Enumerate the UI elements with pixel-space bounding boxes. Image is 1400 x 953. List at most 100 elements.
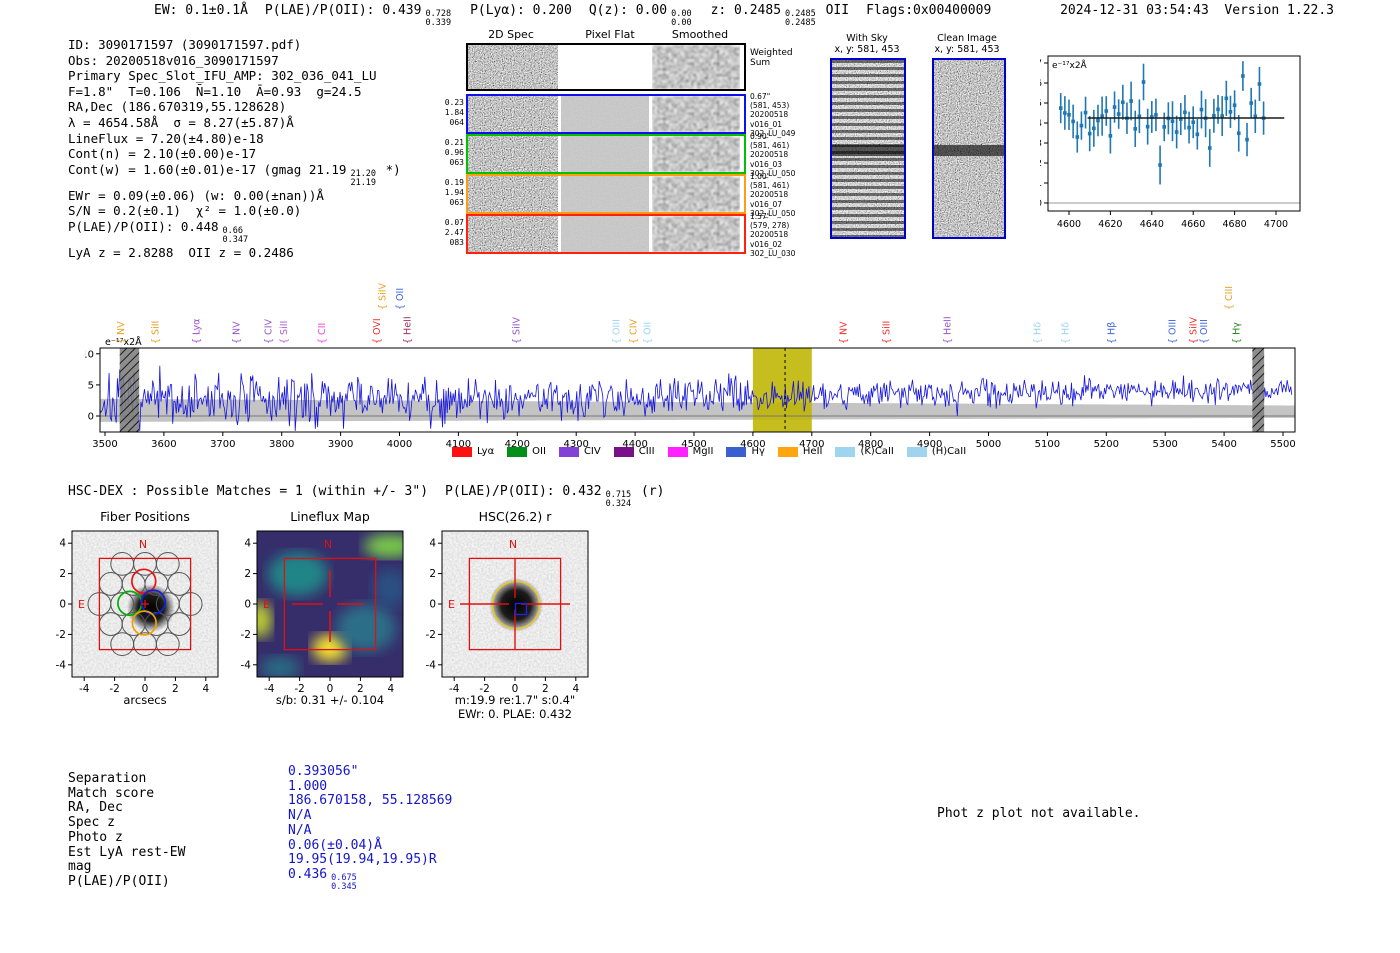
fiber-id-line: (581, 461) <box>750 141 790 151</box>
lineflux-blob <box>260 656 300 677</box>
match-value-segment: 0.436 0.675 0.345 <box>288 866 357 892</box>
spec2d-image-seg <box>652 216 740 252</box>
legend-swatch <box>452 446 472 457</box>
match-row-value: 19.95(19.94,19.95)R <box>288 852 469 868</box>
text-segment: λ = 4654.58Å σ = 8.27(±5.87)Å <box>68 114 294 130</box>
emission-line-label: { SiIV <box>512 316 523 344</box>
y-tick-label: 5 <box>88 380 94 391</box>
spec2d-image-seg <box>561 216 649 252</box>
match-row-value: N/A <box>288 823 469 839</box>
info-line: LineFlux = 7.20(±4.80)e-18 <box>68 131 418 147</box>
fiber-row-left-labels: 0.19 1.94 063 <box>442 178 464 208</box>
legend-item: MgII <box>667 446 713 457</box>
sky-darkline-overlay <box>832 144 904 156</box>
clean-image-title: Clean Image x, y: 581, 453 <box>934 33 1000 55</box>
masked-band <box>119 348 140 432</box>
cutout-caption: m:19.9 re:1.7" s:0.4" <box>455 693 575 707</box>
legend-label: Lyα <box>477 446 495 457</box>
x-tick-label: 3600 <box>151 439 176 450</box>
plot-border <box>1047 55 1301 212</box>
y-tick-label: 7 <box>1040 59 1042 69</box>
fiber-row <box>466 134 746 174</box>
y-axis-label: e⁻¹⁷x2Å <box>1052 59 1088 71</box>
info-line: EWr = 0.09(±0.06) (w: 0.00(±nan))Å <box>68 188 418 204</box>
data-point <box>1116 112 1121 116</box>
match-value-segment: 0.06(±0.04)Å <box>288 837 382 853</box>
emission-line-label: { OVI <box>372 318 383 344</box>
legend-label: HeII <box>802 446 823 457</box>
y-tick-label: 1 <box>1040 179 1042 189</box>
with-sky-panel <box>830 58 906 239</box>
spectrum-legend: Lyα OII CIV CIII MgII Hγ HeII (K)CaII (H)CaII <box>452 446 966 457</box>
legend-label: (H)CaII <box>931 446 967 457</box>
match-table-labels: Separation Match score RA, Dec Spec z Photo … <box>68 771 185 890</box>
y-tick-label: 6 <box>1040 79 1042 89</box>
fiber-metric: 0.21 <box>444 138 464 147</box>
x-tick-label: 3800 <box>269 439 294 450</box>
text-segment: Cont(n) = 2.10(±0.00)e-17 <box>68 146 257 162</box>
fiber-id-line: 302_LU_030 <box>750 248 796 258</box>
hsc-r-cutout: -4-4-2-2002244HSC(26.2) rNEm:19.9 re:1.7… <box>426 509 589 721</box>
data-point <box>1191 120 1195 125</box>
header-stat: Q(z): 0.00 0.00 0.00 <box>588 3 692 28</box>
legend-item: (H)CaII <box>906 446 967 457</box>
legend-swatch <box>613 446 634 457</box>
x-tick-label: 5100 <box>1035 439 1060 450</box>
emission-line-label: { HeII <box>403 316 414 344</box>
fiber-metric: 0.19 <box>444 178 464 187</box>
y-tick-label: 0 <box>59 599 66 611</box>
data-point <box>1104 109 1109 113</box>
fiber-id-line: (581, 453) <box>750 101 790 111</box>
info-line: LyA z = 2.8288 OII z = 0.2486 <box>68 245 418 261</box>
emission-line-label: { NV <box>839 321 850 344</box>
match-value-segment: N/A <box>288 808 312 824</box>
fraction-bottom: 0.2485 <box>785 18 816 28</box>
sky-image-panels: With Sky x, y: 581, 453 Clean Image x, y: … <box>828 33 1018 248</box>
compass-north-label: N <box>509 538 517 551</box>
compass-east-label: E <box>263 598 270 611</box>
trace-band <box>652 148 740 160</box>
fiber-row-left-labels: 0.21 0.96 063 <box>442 138 464 168</box>
text-segment: S/N = 0.2(±0.1) χ² = 1.0(±0.0) <box>68 203 302 219</box>
match-row-value: 0.436 0.675 0.345 <box>288 866 469 892</box>
y-tick-label: 5 <box>1040 99 1042 109</box>
emission-line-label: { Hδ <box>1061 322 1072 344</box>
y-tick-label: 0 <box>429 599 436 611</box>
legend-item: Lyα <box>452 446 494 457</box>
legend-label: OII <box>532 446 546 457</box>
x-tick-label: -4 <box>264 683 275 695</box>
observation-info-block: ID: 3090171597 (3090171597.pdf) Obs: 2020… <box>68 37 418 261</box>
legend-label: Hγ <box>751 446 765 457</box>
legend-swatch <box>777 446 798 457</box>
data-point <box>1079 123 1084 128</box>
header-stat: EW: 0.1±0.1Å <box>154 3 248 18</box>
legend-label: CIII <box>638 446 655 457</box>
cutout-title: HSC(26.2) r <box>479 509 553 524</box>
emission-line-label: { SiII <box>151 321 162 344</box>
match-row-value: 0.393056" <box>288 764 469 780</box>
stacked-fraction: 0.715 0.324 <box>606 491 632 509</box>
cutout-caption: arcsecs <box>123 693 166 707</box>
report-summary-header: EW: 0.1±0.1Å P(LAE)/P(OII): 0.439 0.728 0.3… <box>154 3 1008 28</box>
header-stat: Flags:0x00400009 <box>866 3 992 18</box>
text-segment: LyA z = 2.8288 OII z = 0.2486 <box>68 244 294 260</box>
y-tick-label: 10 <box>85 349 94 360</box>
y-tick-label: -4 <box>56 659 67 671</box>
data-point <box>1133 127 1138 131</box>
emission-line-label: { CIV <box>628 319 639 344</box>
emission-line-label: { Hδ <box>1032 322 1043 344</box>
x-tick-label: 4660 <box>1181 219 1205 230</box>
y-tick-label: 3 <box>1040 139 1042 149</box>
emission-line-label: { SiIV <box>377 282 388 310</box>
data-point <box>1071 119 1075 124</box>
fiber-metric: 0.96 <box>444 148 464 157</box>
fiber-metric: 0.07 <box>444 218 464 227</box>
x-tick-label: 5500 <box>1270 439 1295 450</box>
data-point <box>1228 110 1233 114</box>
y-tick-label: 4 <box>244 538 251 550</box>
compass-north-label: N <box>324 538 332 551</box>
data-point <box>1087 131 1092 136</box>
hsc-header-stat: P(LAE)/P(OII): 0.432 0.715 0.324 (r) <box>445 484 665 509</box>
x-tick-label: 5400 <box>1211 439 1236 450</box>
fiber-metric: 064 <box>449 118 464 127</box>
